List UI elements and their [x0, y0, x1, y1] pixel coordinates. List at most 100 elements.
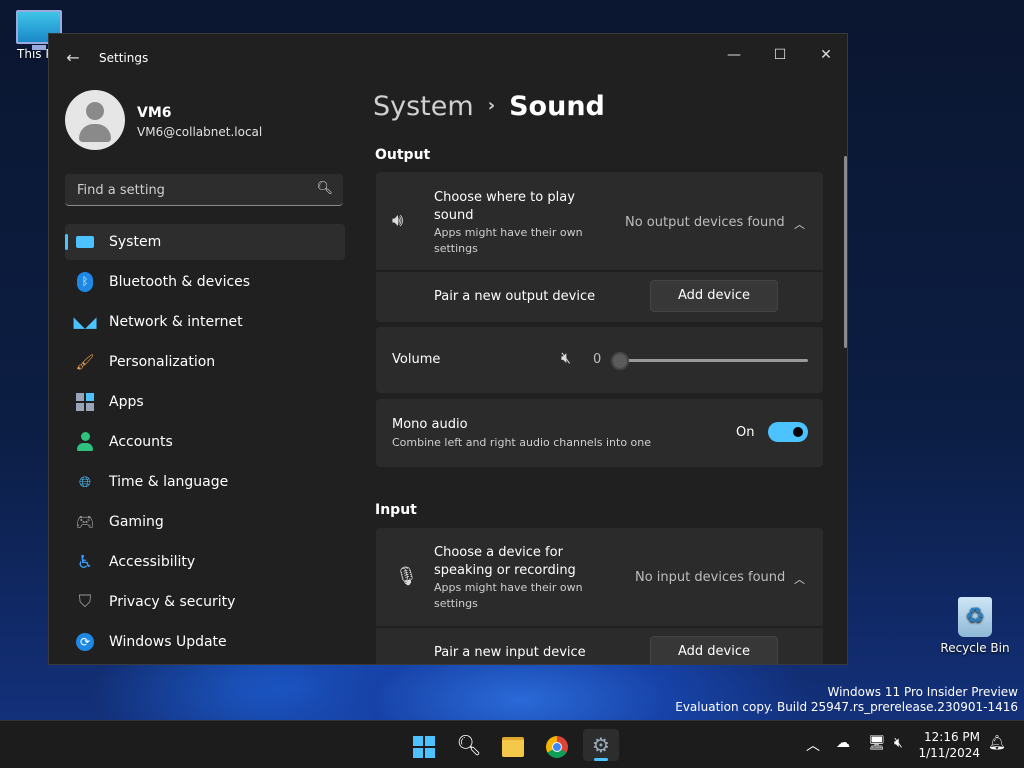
page-title: Sound	[509, 91, 605, 122]
bluetooth-icon: ᛒ	[74, 271, 96, 293]
update-icon: ⟳	[74, 631, 96, 653]
onedrive-cloud-icon[interactable]: ☁︎	[836, 735, 850, 751]
choose-input-title: Choose a device for speaking or recordin…	[434, 545, 576, 578]
sidebar-item-accounts[interactable]: Accounts	[65, 424, 345, 460]
accessibility-icon: ♿︎	[76, 551, 94, 573]
wifi-icon: ◣◢	[73, 313, 97, 331]
choose-output-row[interactable]: 🔊︎ Choose where to play sound Apps might…	[376, 172, 823, 270]
choose-output-title: Choose where to play sound	[434, 190, 575, 223]
evaluation-watermark: Windows 11 Pro Insider Preview Evaluatio…	[675, 685, 1018, 715]
recycle-bin-desktop-icon[interactable]: ♻ Recycle Bin	[940, 597, 1010, 655]
recycle-bin-icon: ♻	[958, 597, 992, 637]
mono-audio-toggle[interactable]	[768, 422, 808, 442]
mono-audio-subtitle: Combine left and right audio channels in…	[392, 436, 652, 449]
recycle-bin-label: Recycle Bin	[940, 641, 1010, 655]
maximize-button[interactable]: ☐	[757, 40, 803, 70]
search-input[interactable]	[75, 180, 309, 200]
back-arrow-icon[interactable]: ←	[63, 48, 83, 68]
input-device-card: 🎙︎ Choose a device for speaking or recor…	[376, 528, 823, 664]
sidebar-item-label: Time & language	[109, 474, 229, 490]
volume-muted-tray-icon[interactable]: 🔇︎	[894, 735, 903, 751]
volume-slider[interactable]	[616, 359, 808, 362]
choose-input-row[interactable]: 🎙︎ Choose a device for speaking or recor…	[376, 528, 823, 626]
shield-icon: ⛉	[78, 592, 92, 612]
volume-value: 0	[593, 352, 602, 367]
network-icon[interactable]: 🖥︎	[868, 735, 886, 751]
chevron-up-icon[interactable]: ︿	[806, 735, 820, 755]
sidebar-item-system[interactable]: System	[65, 224, 345, 260]
speaker-mute-icon[interactable]: 🔇︎	[561, 348, 571, 368]
divider	[376, 626, 823, 628]
sidebar-item-gaming[interactable]: 🎮︎ Gaming	[65, 504, 345, 540]
avatar-body	[79, 124, 111, 142]
brush-icon: 🖌︎	[75, 353, 95, 371]
output-device-card: 🔊︎ Choose where to play sound Apps might…	[376, 172, 823, 322]
clock-time: 12:16 PM	[924, 730, 980, 744]
sidebar-item-label: System	[109, 234, 162, 250]
add-output-device-button[interactable]: Add device	[650, 280, 778, 312]
close-button[interactable]: ✕	[803, 40, 847, 70]
pair-input-label: Pair a new input device	[434, 645, 586, 660]
clock-date: 1/11/2024	[918, 746, 980, 760]
sidebar-item-windows-update[interactable]: ⟳ Windows Update	[65, 624, 345, 660]
pair-output-label: Pair a new output device	[434, 289, 596, 304]
mono-audio-card: Mono audio Combine left and right audio …	[376, 399, 823, 467]
taskbar-clock[interactable]: 12:16 PM 1/11/2024	[918, 729, 980, 761]
accounts-icon	[74, 431, 96, 453]
sidebar-item-label: Apps	[109, 394, 144, 410]
search-icon[interactable]: 🔍︎	[316, 181, 333, 196]
chevron-up-icon[interactable]: ︿	[794, 216, 805, 232]
breadcrumb: System › Sound	[373, 91, 605, 122]
output-heading: Output	[375, 147, 431, 163]
settings-window: ← Settings — ☐ ✕ VM6 VM6@collabnet.local…	[48, 33, 848, 665]
mono-audio-state: On	[736, 425, 755, 440]
watermark-line-1: Windows 11 Pro Insider Preview	[827, 685, 1018, 699]
file-explorer-icon[interactable]	[495, 729, 531, 761]
sidebar-item-label: Bluetooth & devices	[109, 274, 251, 290]
input-device-status: No input devices found	[635, 570, 786, 585]
volume-label: Volume	[392, 352, 441, 367]
title-bar[interactable]: ← Settings — ☐ ✕	[49, 34, 847, 82]
speaker-icon: 🔊︎	[392, 210, 404, 231]
main-scrollbar[interactable]	[844, 156, 847, 348]
sidebar-item-label: Network & internet	[109, 314, 243, 330]
user-name: VM6	[137, 105, 172, 121]
breadcrumb-separator: ›	[487, 95, 496, 116]
sidebar-item-privacy[interactable]: ⛉ Privacy & security	[65, 584, 345, 620]
taskbar-search-icon[interactable]: 🔍︎	[451, 729, 487, 761]
search-box[interactable]: 🔍︎	[65, 174, 343, 206]
output-device-status: No output devices found	[625, 215, 785, 230]
sidebar-item-label: Privacy & security	[109, 594, 236, 610]
notification-bell-icon[interactable]: 🔔︎	[988, 735, 1006, 751]
system-icon	[74, 231, 96, 253]
breadcrumb-parent[interactable]: System	[373, 91, 474, 122]
sidebar-item-time-language[interactable]: 🌐︎ Time & language	[65, 464, 345, 500]
minimize-button[interactable]: —	[711, 40, 757, 70]
sidebar-item-apps[interactable]: Apps	[65, 384, 345, 420]
windows-logo-icon	[413, 735, 435, 758]
avatar[interactable]	[65, 90, 125, 150]
gamepad-icon: 🎮︎	[75, 513, 95, 531]
input-heading: Input	[375, 502, 417, 518]
apps-icon	[74, 391, 96, 413]
sidebar-item-accessibility[interactable]: ♿︎ Accessibility	[65, 544, 345, 580]
chrome-icon[interactable]	[539, 729, 575, 761]
sidebar-item-label: Gaming	[109, 514, 164, 530]
mono-audio-title: Mono audio	[392, 417, 468, 432]
settings-taskbar-icon[interactable]: ⚙︎	[583, 729, 619, 761]
volume-slider-thumb[interactable]	[611, 352, 629, 370]
microphone-icon: 🎙︎	[395, 566, 418, 587]
start-button[interactable]	[406, 729, 442, 761]
window-title: Settings	[99, 51, 149, 65]
divider	[376, 270, 823, 272]
add-input-device-button[interactable]: Add device	[650, 636, 778, 664]
sidebar-item-label: Accounts	[109, 434, 173, 450]
chevron-up-icon[interactable]: ︿	[794, 571, 805, 587]
sidebar-item-personalization[interactable]: 🖌︎ Personalization	[65, 344, 345, 380]
watermark-line-2: Evaluation copy. Build 25947.rs_prerelea…	[675, 700, 1018, 714]
avatar-head	[86, 102, 104, 120]
sidebar-item-label: Personalization	[109, 354, 216, 370]
taskbar: 🔍︎ ⚙︎ ︿ ☁︎ 🖥︎ 🔇︎ 12:16 PM 1/11/2024 🔔︎	[0, 720, 1024, 768]
sidebar-item-network[interactable]: ◣◢ Network & internet	[65, 304, 345, 340]
sidebar-item-bluetooth[interactable]: ᛒ Bluetooth & devices	[65, 264, 345, 300]
